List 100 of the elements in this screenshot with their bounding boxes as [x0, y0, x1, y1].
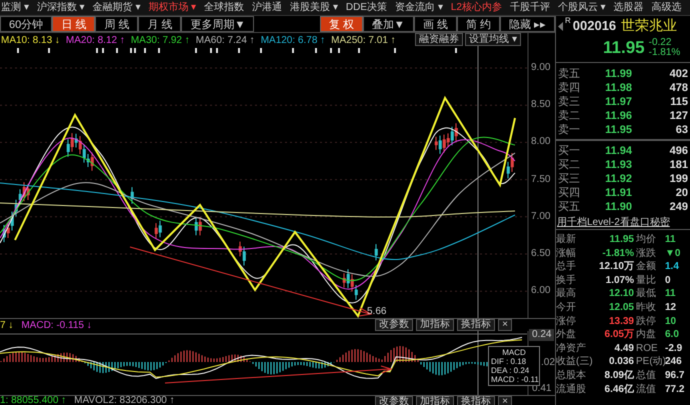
- moving-average-value: MA250: 7.01 ↑: [331, 35, 396, 46]
- moving-average-value: MA10: 8.13 ↓: [1, 35, 60, 46]
- menu-item[interactable]: 期权市场 ▾: [148, 0, 196, 15]
- order-level-label: 买一: [558, 144, 581, 158]
- stat-label: 流通股: [556, 382, 587, 396]
- stat-value: 4.49: [614, 342, 634, 356]
- chart-option-button[interactable]: 设置均线 ▾: [465, 33, 521, 46]
- indicator-button[interactable]: 换指标: [457, 319, 496, 331]
- period-tab[interactable]: 月 线: [138, 16, 182, 32]
- order-level-label: 卖二: [558, 109, 581, 123]
- menu-item[interactable]: 港股美股 ▾: [290, 0, 338, 15]
- price-axis-label: 7.00: [531, 212, 550, 222]
- menu-item[interactable]: DDE决策: [346, 0, 388, 15]
- order-volume: 478: [668, 81, 688, 95]
- stock-code: 002016: [572, 18, 616, 33]
- menu-item[interactable]: 个股风云 ▾: [558, 0, 606, 15]
- stat-value: 0: [664, 274, 672, 288]
- indicator-button[interactable]: 改参数: [375, 319, 414, 331]
- chart-tool-button[interactable]: 叠加▼: [362, 16, 414, 32]
- tooltip-title: MACD: [501, 348, 527, 357]
- stat-label: 总手: [556, 260, 577, 274]
- chart-tool-button[interactable]: 复 权: [320, 16, 363, 32]
- menu-item[interactable]: 千股千评: [510, 0, 550, 15]
- order-volume: 20: [674, 186, 688, 200]
- menu-item[interactable]: 选股器: [614, 0, 644, 15]
- order-price: 11.96: [604, 109, 632, 123]
- period-tab[interactable]: 日 线: [52, 16, 96, 32]
- tooltip-value: MACD : -0.11: [491, 375, 537, 384]
- candle: [374, 244, 378, 261]
- menu-item[interactable]: 沪港通: [252, 0, 282, 15]
- order-price: 11.97: [604, 95, 632, 109]
- menu-item[interactable]: 沪深指数 ▾: [36, 0, 85, 15]
- indicator-value: 1: 88055.400 ↑: [0, 396, 66, 405]
- order-level-label: 买二: [558, 158, 581, 172]
- price-axis-label: 6.50: [531, 249, 550, 259]
- order-level-label: 卖一: [558, 123, 581, 137]
- chart-option-button[interactable]: 融资融券: [415, 33, 463, 46]
- stat-label: 最新: [556, 233, 577, 247]
- left-arrow-icon[interactable]: [558, 22, 563, 31]
- moving-average-value: MA30: 7.92 ↑: [130, 35, 190, 46]
- indicator-value: 7 ↓: [0, 318, 14, 332]
- moving-average-value: MA20: 8.12 ↑: [66, 35, 125, 46]
- menu-item[interactable]: 资金流向 ▾: [395, 0, 443, 15]
- stat-label: 外盘: [556, 328, 577, 342]
- order-price: 11.93: [604, 158, 632, 172]
- indicator-button[interactable]: ×: [498, 396, 512, 405]
- chart-tool-button[interactable]: 隐藏 ▸▸: [500, 16, 555, 32]
- stat-label: 最低: [635, 287, 657, 301]
- moving-average-value: MA120: 6.78 ↑: [260, 35, 326, 46]
- stat-label: 涨停: [556, 314, 577, 328]
- stat-label: 收益(三): [556, 355, 594, 369]
- period-tab[interactable]: 60分钟: [0, 16, 52, 32]
- current-price: 11.95: [603, 36, 645, 59]
- stat-label: 涨幅: [556, 246, 577, 260]
- menu-item[interactable]: 全球指数: [204, 0, 244, 15]
- stat-value: 1.07%: [604, 274, 634, 288]
- order-price: 11.99: [604, 67, 632, 81]
- order-price: 11.91: [604, 186, 632, 200]
- stat-label: 最高: [556, 287, 577, 301]
- order-volume: 115: [669, 95, 688, 109]
- stat-value: 6.05万: [604, 328, 634, 342]
- stat-label: 昨收: [635, 300, 657, 315]
- indicator-button[interactable]: ×: [498, 319, 512, 331]
- stat-label: 跌停: [635, 314, 657, 328]
- stat-value: 10: [664, 314, 678, 328]
- stock-code-marker: R: [565, 16, 571, 25]
- order-volume: 181: [668, 158, 688, 172]
- stat-value: 11: [664, 233, 677, 247]
- period-tab[interactable]: 更多周期▼: [181, 16, 254, 32]
- menu-item[interactable]: 监测 ▾: [1, 0, 29, 15]
- stat-value: 96.7: [664, 368, 686, 383]
- order-volume: 402: [668, 67, 688, 81]
- stat-label: 总值: [635, 368, 657, 383]
- candle: [130, 186, 134, 204]
- stat-label: ROE: [635, 342, 659, 356]
- stat-value: 77.2: [664, 382, 686, 396]
- chart-tool-button[interactable]: 画 线: [414, 16, 457, 32]
- order-level-label: 卖四: [558, 81, 581, 95]
- stat-value: 12.10万: [598, 260, 634, 274]
- menu-item[interactable]: 高级选: [652, 0, 682, 15]
- stat-label: 量比: [635, 274, 657, 288]
- order-volume: 199: [668, 172, 688, 186]
- order-volume: 63: [674, 123, 688, 137]
- price-axis-label: 8.50: [531, 100, 550, 110]
- menu-item[interactable]: L2核心内参: [450, 0, 502, 15]
- stat-value: 246: [665, 355, 683, 369]
- stat-label: PE(动): [635, 355, 664, 369]
- stat-label: 换手: [556, 274, 577, 288]
- price-axis-label: 8.00: [531, 137, 550, 148]
- menu-item[interactable]: 金融期货 ▾: [92, 0, 140, 15]
- order-level-label: 卖三: [558, 95, 581, 109]
- promo-link[interactable]: 用千档Level-2看盘口秘密: [556, 216, 690, 230]
- indicator-button[interactable]: 加指标: [416, 319, 454, 331]
- stat-label: 净资产: [556, 342, 587, 356]
- period-tab[interactable]: 周 线: [95, 16, 138, 32]
- order-price: 11.90: [604, 200, 632, 214]
- chart-tool-button[interactable]: 简 约: [456, 16, 500, 32]
- stock-name: 世荣兆业: [621, 17, 678, 33]
- stat-value: 11.95: [608, 233, 634, 247]
- stat-value: 13.39: [608, 314, 634, 328]
